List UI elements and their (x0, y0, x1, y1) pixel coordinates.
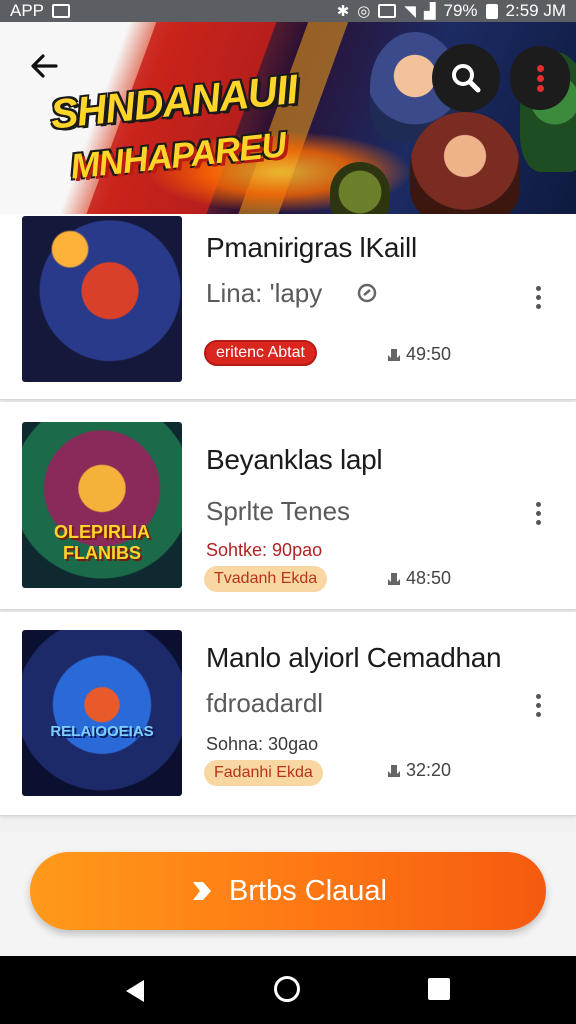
status-badge: eritenc Abtat (204, 340, 317, 366)
game-thumbnail: OLEPIRLIA FLANIBS (22, 422, 182, 588)
wifi-icon: ◥ (404, 2, 416, 20)
nav-recents-icon[interactable] (428, 978, 450, 1000)
game-title: Pmanirigras lKaill (206, 232, 417, 263)
game-title: Manlo alyiorl Cemadhan (206, 642, 502, 673)
status-bar: APP ✱ ◎ ◥ ▟ 79% 2:59 JM (0, 0, 576, 22)
thumbnail-title: RELAIOOEIAS (50, 723, 154, 740)
nav-back-icon[interactable] (124, 978, 148, 1004)
data-saver-icon: ◎ (357, 2, 371, 20)
time-value: 49:50 (406, 344, 452, 364)
game-subtitle: fdroadardl (206, 688, 324, 718)
primary-action-label: Brtbs Claual (229, 874, 387, 907)
battery-icon (485, 3, 498, 19)
notification-icon (52, 4, 71, 18)
game-subtitle: Sprlte Tenes (206, 496, 351, 526)
game-thumbnail (22, 216, 182, 382)
thumbnail-title: OLEPIRLIA FLANIBS (53, 522, 150, 563)
nav-home-icon[interactable] (274, 976, 300, 1002)
info-icon (357, 283, 377, 303)
item-more-button[interactable] (528, 282, 548, 312)
search-icon (452, 64, 481, 93)
signal-icon: ▟ (423, 2, 436, 20)
time-label: 48:50 (386, 568, 451, 589)
game-thumbnail: RELAIOOEIAS (22, 630, 182, 796)
primary-action-button[interactable]: Brtbs Claual (30, 852, 546, 930)
banner-character (410, 112, 520, 214)
search-button[interactable] (432, 44, 500, 112)
item-more-button[interactable] (528, 498, 548, 528)
time-value: 48:50 (406, 568, 452, 588)
status-time: 2:59 JM (505, 1, 566, 20)
time-label: 32:20 (386, 760, 451, 781)
download-icon (388, 764, 400, 777)
list-item[interactable]: Pmanirigras lKaill Lina: 'lapy eritenc A… (0, 214, 576, 400)
bluetooth-icon: ✱ (336, 2, 350, 20)
game-subtitle: Lina: 'lapy (206, 278, 323, 308)
download-icon (388, 348, 400, 361)
status-badge: Fadanhi Ekda (204, 760, 323, 786)
play-arrow-icon (193, 882, 212, 900)
list-item[interactable]: RELAIOOEIAS Manlo alyiorl Cemadhan fdroa… (0, 612, 576, 816)
item-more-button[interactable] (528, 690, 548, 720)
status-app-label: APP (10, 1, 45, 20)
time-label: 49:50 (386, 344, 451, 365)
game-title: Beyanklas lapl (206, 444, 383, 475)
status-badge: Tvadanh Ekda (204, 566, 328, 592)
download-icon (388, 572, 400, 585)
more-vert-icon (536, 62, 544, 95)
game-meta: Sohtke: 90pao (206, 540, 323, 560)
overflow-menu-button[interactable] (510, 46, 570, 110)
banner-title: SHNDANAUII MNHAPAREU (48, 66, 350, 187)
system-nav-bar (0, 956, 576, 1024)
battery-percent: 79% (443, 1, 478, 20)
bottom-action-area: Brtbs Claual (0, 832, 576, 956)
header-banner: SHNDANAUII MNHAPAREU (0, 22, 576, 214)
game-meta: Sohna: 30gao (206, 734, 319, 754)
list-item[interactable]: OLEPIRLIA FLANIBS Beyanklas lapl Sprlte … (0, 402, 576, 610)
vibrate-icon (378, 4, 397, 18)
time-value: 32:20 (406, 760, 452, 780)
